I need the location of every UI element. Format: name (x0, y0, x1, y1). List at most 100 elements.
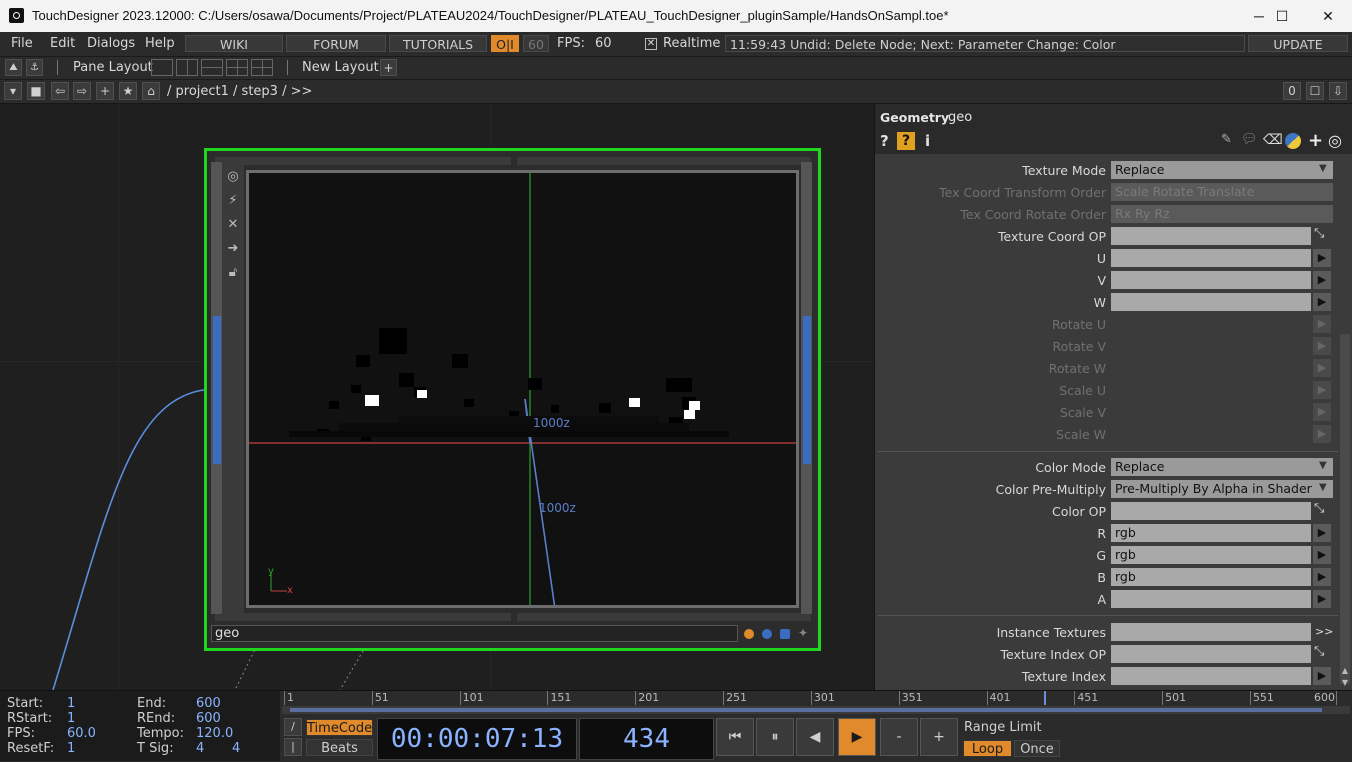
comment-icon[interactable]: 💬︎ (1241, 132, 1258, 147)
scale-v-expand-icon[interactable]: ▶ (1313, 403, 1331, 421)
pane-menu-icon[interactable]: ▾ (4, 82, 22, 100)
menu-edit[interactable]: Edit (50, 36, 75, 51)
close-icon[interactable]: ✕ (222, 214, 244, 236)
landscape-icon[interactable]: ⛰ (5, 59, 22, 76)
rotate-w-expand-icon[interactable]: ▶ (1313, 359, 1331, 377)
forum-button[interactable]: FORUM (286, 35, 386, 52)
home-icon[interactable]: ⌂ (142, 82, 160, 100)
u-expand-icon[interactable]: ▶ (1313, 249, 1331, 267)
eraser-icon[interactable]: ⌫ (1263, 132, 1283, 148)
instance-flag-icon[interactable] (780, 629, 790, 639)
color-op-field[interactable] (1111, 502, 1311, 520)
play-icon[interactable]: ▶ (838, 718, 876, 756)
timeline-ruler[interactable]: 1 51 101 151 201 251 301 351 401 451 501 551 600 (282, 691, 1350, 706)
scroll-up-icon[interactable]: ▲ (1340, 666, 1350, 676)
timecode-button[interactable]: TimeCode (306, 719, 373, 736)
update-button[interactable]: UPDATE (1248, 35, 1348, 52)
v-field[interactable] (1111, 271, 1311, 289)
w-field[interactable] (1111, 293, 1311, 311)
op-picker-icon[interactable]: ⤡ (1314, 226, 1324, 241)
target-icon[interactable]: ◎ (222, 166, 244, 188)
target-icon[interactable]: ◎ (1328, 131, 1342, 150)
pause-icon[interactable]: ⏸ (756, 718, 794, 756)
info-icon[interactable]: i (925, 132, 930, 150)
fps-limit-box[interactable]: 60 (523, 35, 549, 52)
anchor-icon[interactable]: ⚓ (26, 59, 43, 76)
stop-icon[interactable]: ■ (27, 82, 45, 100)
forward-icon[interactable]: ⇨ (73, 82, 91, 100)
g-field[interactable]: rgb (1111, 546, 1311, 564)
tutorials-button[interactable]: TUTORIALS (389, 35, 487, 52)
menu-file[interactable]: File (11, 36, 33, 51)
python-help-icon[interactable]: ? (897, 132, 915, 150)
texture-index-expand-icon[interactable]: ▶ (1313, 667, 1331, 685)
b-field[interactable]: rgb (1111, 568, 1311, 586)
end-value[interactable]: 600 (196, 696, 221, 711)
wiki-button[interactable]: WIKI (185, 35, 283, 52)
color-premultiply-menu[interactable]: Pre-Multiply By Alpha in Shader (1111, 480, 1333, 498)
maximize-button[interactable]: ☐ (1259, 0, 1305, 32)
graph-icon[interactable]: ⚡ (222, 190, 244, 212)
beats-button[interactable]: Beats (306, 739, 373, 756)
b-expand-icon[interactable]: ▶ (1313, 568, 1331, 586)
menu-dialogs[interactable]: Dialogs (87, 36, 135, 51)
timecode-display[interactable]: 00:00:07:13 (377, 718, 577, 760)
layout-three-button[interactable] (226, 59, 248, 76)
bookmark-star-icon[interactable]: ★ (119, 82, 137, 100)
op-name[interactable]: geo (948, 110, 972, 125)
display-flag-icon[interactable] (762, 629, 772, 639)
lock-icon[interactable]: 🔓︎ (222, 262, 244, 284)
op-picker-icon[interactable]: ⤡ (1314, 644, 1324, 659)
perform-mode-button[interactable]: O|I (491, 35, 519, 52)
tex-transform-order-menu[interactable]: Scale Rotate Translate (1111, 183, 1333, 201)
add-operator-icon[interactable]: + (96, 82, 114, 100)
g-expand-icon[interactable]: ▶ (1313, 546, 1331, 564)
node-name-label[interactable]: geo (211, 625, 738, 642)
pane-counter[interactable]: 0 (1283, 82, 1301, 100)
render-flag-icon[interactable] (744, 629, 754, 639)
layout-split-h-button[interactable] (201, 59, 223, 76)
layout-split-v-button[interactable] (176, 59, 198, 76)
layout-quad-button[interactable] (251, 59, 273, 76)
color-mode-menu[interactable]: Replace (1111, 458, 1333, 476)
scroll-down-icon[interactable]: ▼ (1340, 678, 1350, 688)
expand-more-button[interactable]: >> (1315, 625, 1333, 638)
menu-help[interactable]: Help (145, 36, 175, 51)
realtime-checkbox[interactable]: ✕ (645, 38, 657, 50)
network-editor[interactable]: ◎ ⚡ ✕ ➜ 🔓︎ 1000z 1000z y x geo ✦ (0, 104, 873, 690)
w-expand-icon[interactable]: ▶ (1313, 293, 1331, 311)
instance-textures-field[interactable] (1111, 623, 1311, 641)
v-expand-icon[interactable]: ▶ (1313, 271, 1331, 289)
start-value[interactable]: 1 (67, 696, 75, 711)
back-icon[interactable]: ⇦ (51, 82, 69, 100)
add-layout-button[interactable]: + (380, 59, 397, 76)
pencil-icon[interactable]: ✎ (1221, 132, 1232, 147)
download-icon[interactable]: ⇩ (1329, 82, 1347, 100)
rotate-v-expand-icon[interactable]: ▶ (1313, 337, 1331, 355)
fps-value[interactable]: 60.0 (67, 726, 96, 741)
maximize-pane-icon[interactable]: ☐ (1306, 82, 1324, 100)
close-button[interactable]: ✕ (1305, 0, 1351, 32)
rstart-value[interactable]: 1 (67, 711, 75, 726)
tex-rotate-order-menu[interactable]: Rx Ry Rz (1111, 205, 1333, 223)
u-field[interactable] (1111, 249, 1311, 267)
pickable-flag-icon[interactable]: ✦ (798, 626, 808, 640)
layout-single-button[interactable] (151, 59, 173, 76)
step-plus-icon[interactable]: + (920, 718, 958, 756)
rend-value[interactable]: 600 (196, 711, 221, 726)
input-connector[interactable] (213, 316, 221, 464)
network-path[interactable]: / project1 / step3 / >> (167, 84, 312, 99)
r-field[interactable]: rgb (1111, 524, 1311, 542)
once-button[interactable]: Once (1014, 740, 1060, 757)
output-connector[interactable] (803, 316, 811, 464)
param-scrollbar[interactable] (1340, 334, 1350, 684)
tempo-value[interactable]: 120.0 (196, 726, 233, 741)
texture-index-op-field[interactable] (1111, 645, 1311, 663)
r-expand-icon[interactable]: ▶ (1313, 524, 1331, 542)
timeline-range-bar[interactable] (282, 706, 1350, 714)
texture-coord-op-field[interactable] (1111, 227, 1311, 245)
texture-index-field[interactable] (1111, 667, 1311, 685)
arrow-right-icon[interactable]: ➜ (222, 238, 244, 260)
playhead[interactable] (1044, 691, 1047, 705)
beats-mode-toggle[interactable]: | (284, 738, 302, 756)
